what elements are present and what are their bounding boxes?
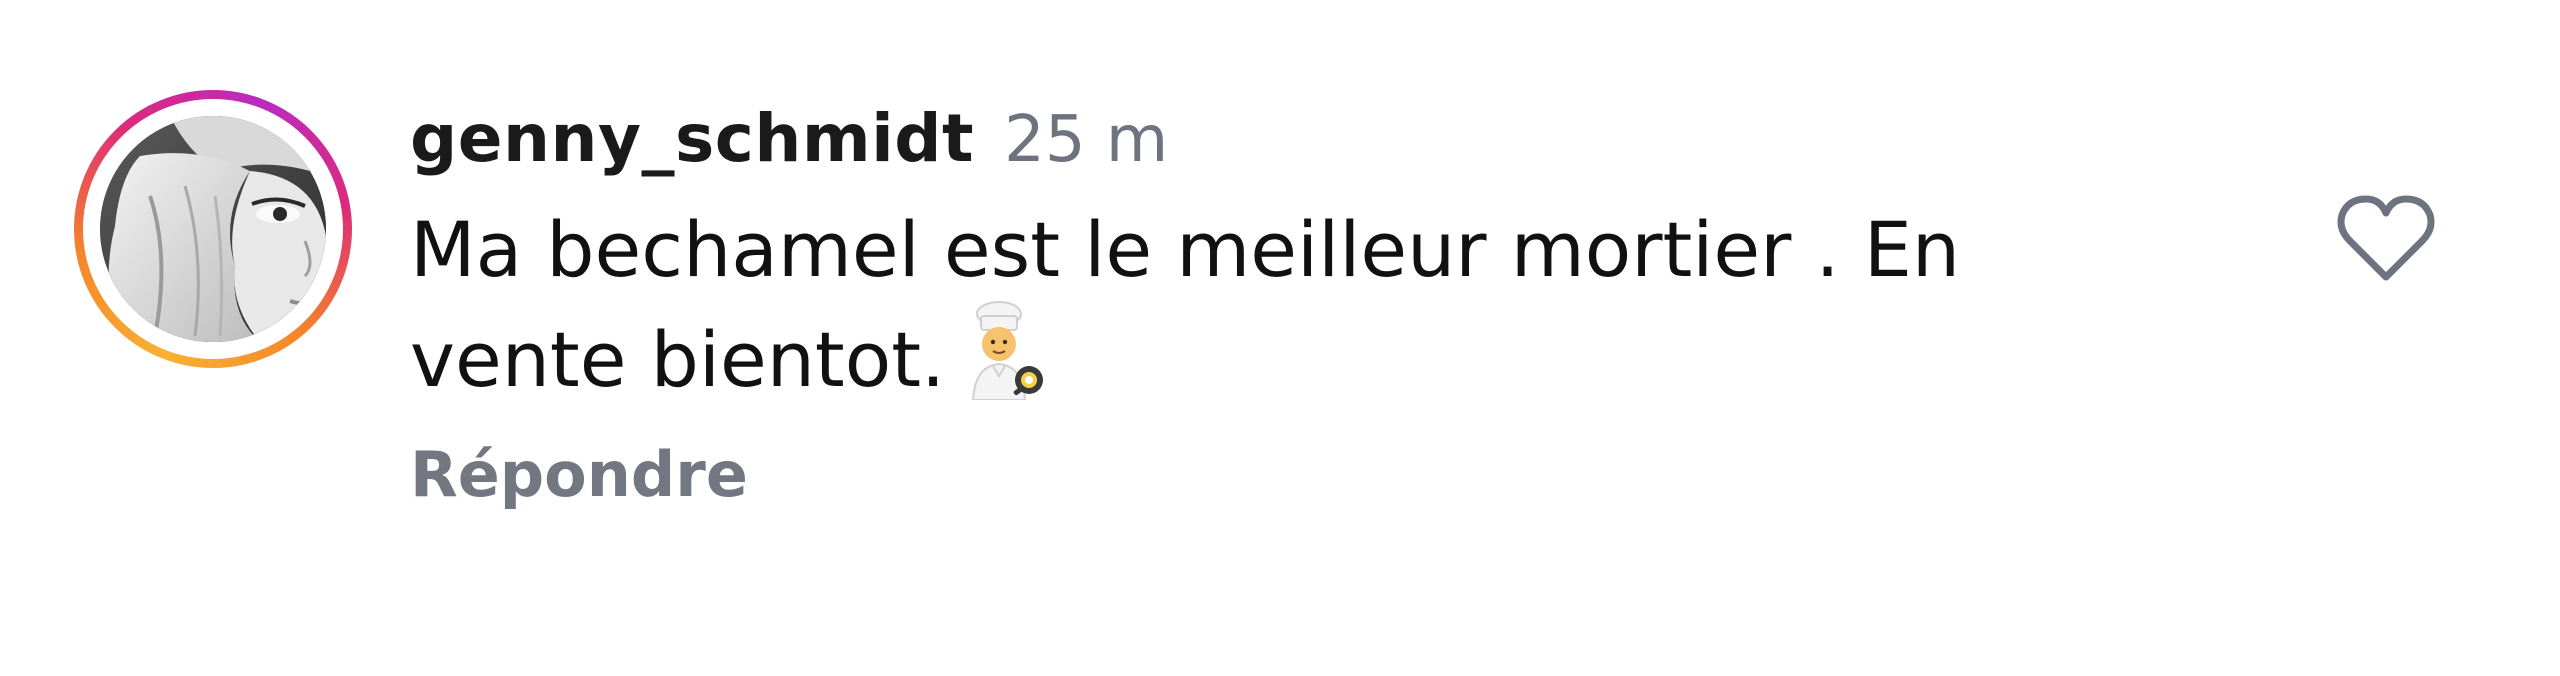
comment-meta: genny_schmidt 25 m — [410, 100, 2310, 190]
story-ring[interactable] — [74, 90, 352, 368]
comment-timestamp: 25 m — [1004, 103, 1169, 177]
like-button[interactable] — [2336, 193, 2436, 283]
comment-body: genny_schmidt 25 m Ma bechamel est le me… — [410, 100, 2310, 511]
comment-text: Ma bechamel est le meilleur mortier . En… — [410, 200, 2130, 410]
comment-item: genny_schmidt 25 m Ma bechamel est le me… — [0, 0, 2560, 676]
heart-outline-icon — [2337, 195, 2435, 281]
avatar[interactable] — [100, 116, 326, 342]
cook-emoji-icon — [963, 300, 1053, 401]
reply-button[interactable]: Répondre — [410, 438, 748, 511]
comment-text-content: Ma bechamel est le meilleur mortier . En… — [410, 205, 1961, 404]
avatar-photo — [100, 116, 326, 342]
username-link[interactable]: genny_schmidt — [410, 100, 974, 177]
avatar-gap — [83, 99, 343, 359]
